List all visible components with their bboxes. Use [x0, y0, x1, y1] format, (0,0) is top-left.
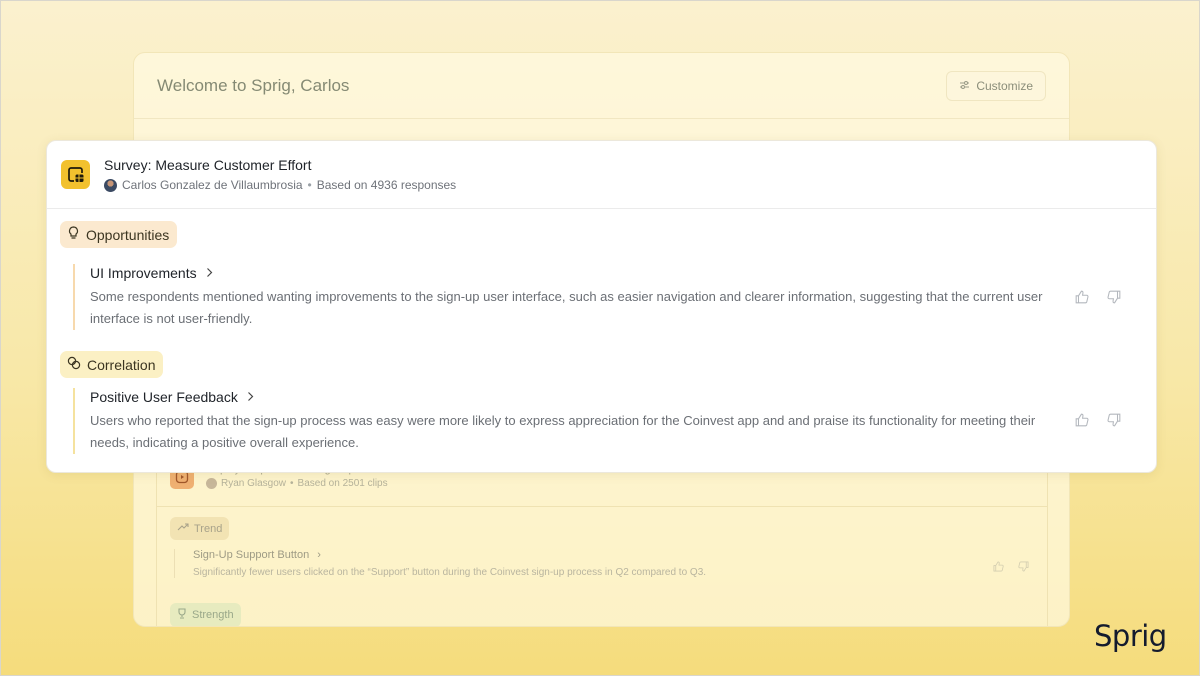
replay-meta: Ryan Glasgow • Based on 2501 clips [206, 478, 397, 489]
dashboard-header: Welcome to Sprig, Carlos Customize [134, 53, 1069, 119]
survey-meta: Carlos Gonzalez de Villaumbrosia • Based… [104, 178, 456, 192]
sprig-logo: Sprig [1094, 619, 1167, 653]
welcome-title: Welcome to Sprig, Carlos [157, 75, 350, 95]
trend-tag-label: Trend [194, 522, 223, 535]
trophy-icon [177, 608, 187, 622]
thumbs-down-icon[interactable] [1018, 559, 1029, 577]
insight-body: Users who reported that the sign-up proc… [90, 413, 1036, 450]
replay-insight-card: Replay: Capture User Sign-Up Process Rya… [156, 453, 1048, 626]
thumbs-up-icon[interactable] [1074, 412, 1090, 428]
opportunities-label: Opportunities [86, 226, 170, 243]
survey-title[interactable]: Survey: Measure Customer Effort [104, 157, 456, 173]
thumbs-down-icon[interactable] [1106, 289, 1122, 305]
trend-votes [993, 559, 1029, 577]
separator: • [307, 178, 312, 192]
card-header: Survey: Measure Customer Effort Carlos G… [47, 141, 1156, 209]
trend-tag: Trend [170, 517, 230, 540]
strength-tag: Strength [170, 603, 241, 626]
survey-author: Carlos Gonzalez de Villaumbrosia [122, 178, 303, 192]
strength-tag-label: Strength [192, 609, 234, 621]
trend-insight-title: Sign-Up Support Button [193, 549, 310, 561]
survey-insight-card: Survey: Measure Customer Effort Carlos G… [46, 140, 1157, 473]
chevron-right-icon [247, 389, 254, 405]
trend-insight-link[interactable]: Sign-Up Support Button › [193, 549, 706, 561]
thumbs-up-icon[interactable] [1074, 289, 1090, 305]
insight-link[interactable]: Positive User Feedback [90, 388, 1053, 406]
divider [157, 506, 1047, 507]
thumbs-down-icon[interactable] [1106, 412, 1122, 428]
customize-button[interactable]: Customize [946, 70, 1046, 101]
sliders-icon [959, 79, 970, 93]
opportunities-tag: Opportunities [60, 221, 178, 248]
trend-insight: Sign-Up Support Button › Significantly f… [174, 549, 706, 578]
trend-insight-body: Significantly fewer users clicked on the… [193, 567, 707, 578]
insight-title: Positive User Feedback [90, 389, 238, 405]
insight-item: UI Improvements Some respondents mention… [73, 264, 1053, 330]
feedback-votes [1074, 412, 1122, 428]
insight-item: Positive User Feedback Users who reporte… [73, 388, 1053, 454]
chevron-right-icon [206, 265, 213, 281]
chevron-right-icon: › [317, 549, 321, 561]
survey-icon [61, 160, 90, 189]
insight-body: Some respondents mentioned wanting impro… [90, 289, 1043, 326]
separator: • [290, 478, 294, 489]
correlation-label: Correlation [87, 356, 156, 373]
correlation-tag: Correlation [60, 351, 164, 378]
insight-title: UI Improvements [90, 265, 197, 281]
lightbulb-icon [67, 226, 80, 243]
replay-count: Based on 2501 clips [297, 478, 388, 489]
thumbs-up-icon[interactable] [993, 559, 1004, 577]
replay-author: Ryan Glasgow [221, 478, 287, 489]
correlation-icon [67, 356, 81, 373]
response-count: Based on 4936 responses [316, 178, 457, 192]
avatar [206, 478, 217, 489]
insight-link[interactable]: UI Improvements [90, 264, 1053, 282]
customize-label: Customize [976, 78, 1033, 93]
feedback-votes [1074, 289, 1122, 305]
avatar [104, 178, 117, 192]
trend-up-icon [177, 522, 189, 535]
